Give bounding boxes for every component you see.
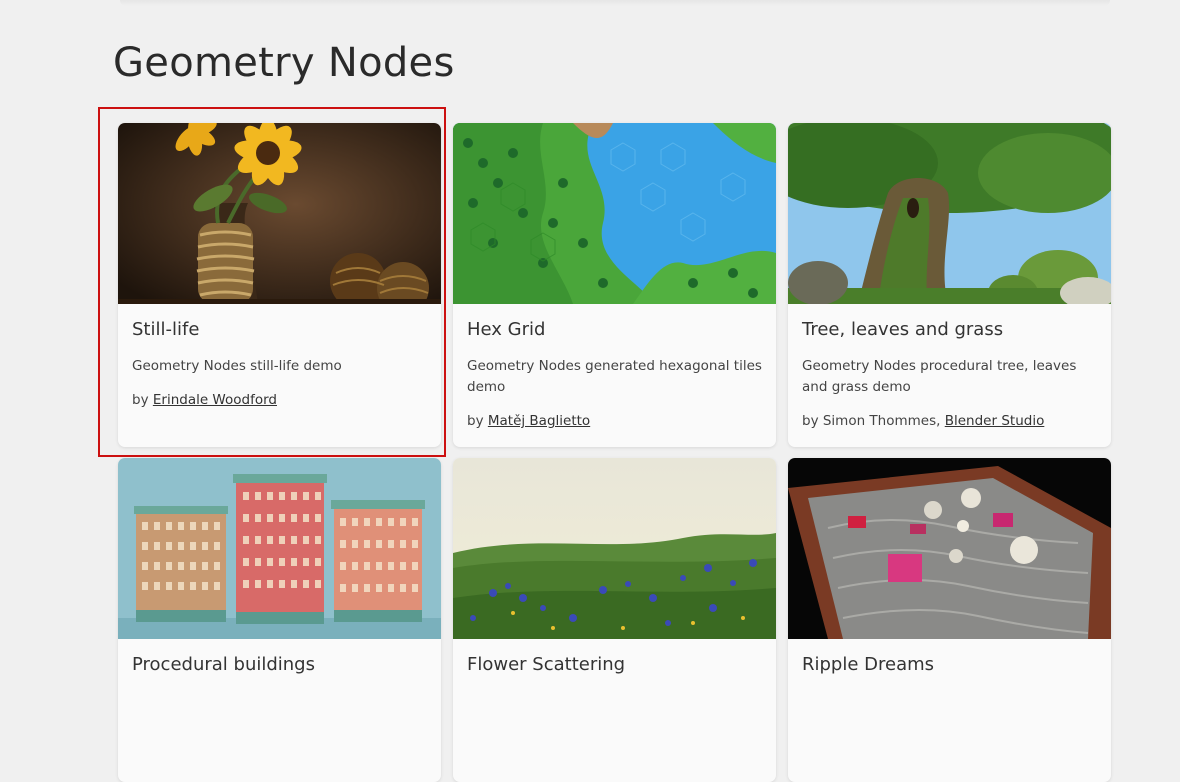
author-link[interactable]: Erindale Woodford xyxy=(153,392,277,408)
top-bar-shadow xyxy=(120,0,1110,6)
demo-card-tree-leaves-grass[interactable]: Tree, leaves and grass Geometry Nodes pr… xyxy=(788,123,1111,447)
card-title[interactable]: Ripple Dreams xyxy=(802,654,1097,676)
card-thumbnail[interactable] xyxy=(453,123,776,304)
card-title[interactable]: Procedural buildings xyxy=(132,654,427,676)
card-author-line: by Simon Thommes, Blender Studio xyxy=(802,412,1097,430)
card-thumbnail[interactable] xyxy=(118,458,441,639)
card-description: Geometry Nodes generated hexagonal tiles… xyxy=(467,358,762,395)
by-label: by xyxy=(132,392,149,408)
card-thumbnail[interactable] xyxy=(453,458,776,639)
demo-card-ripple-dreams[interactable]: Ripple Dreams xyxy=(788,458,1111,782)
demo-card-flower-scattering[interactable]: Flower Scattering xyxy=(453,458,776,782)
author-name: Simon Thommes, xyxy=(822,413,941,429)
card-thumbnail[interactable] xyxy=(118,123,441,304)
demo-card-still-life[interactable]: Still-life Geometry Nodes still-life dem… xyxy=(118,123,441,447)
card-description: Geometry Nodes still-life demo xyxy=(132,358,342,374)
demo-card-hex-grid[interactable]: Hex Grid Geometry Nodes generated hexago… xyxy=(453,123,776,447)
card-author-line: by Erindale Woodford xyxy=(132,391,427,409)
demo-grid: Still-life Geometry Nodes still-life dem… xyxy=(118,123,1111,782)
card-description: Geometry Nodes procedural tree, leaves a… xyxy=(802,358,1077,395)
author-link[interactable]: Matěj Baglietto xyxy=(488,413,590,429)
card-title[interactable]: Flower Scattering xyxy=(467,654,762,676)
card-thumbnail[interactable] xyxy=(788,123,1111,304)
card-title[interactable]: Hex Grid xyxy=(467,319,762,341)
demo-card-procedural-buildings[interactable]: Procedural buildings xyxy=(118,458,441,782)
card-title[interactable]: Tree, leaves and grass xyxy=(802,319,1097,341)
card-title[interactable]: Still-life xyxy=(132,319,427,341)
page-title: Geometry Nodes xyxy=(113,40,455,86)
by-label: by xyxy=(802,413,819,429)
card-author-line: by Matěj Baglietto xyxy=(467,412,762,430)
by-label: by xyxy=(467,413,484,429)
author-link[interactable]: Blender Studio xyxy=(945,413,1045,429)
card-thumbnail[interactable] xyxy=(788,458,1111,639)
